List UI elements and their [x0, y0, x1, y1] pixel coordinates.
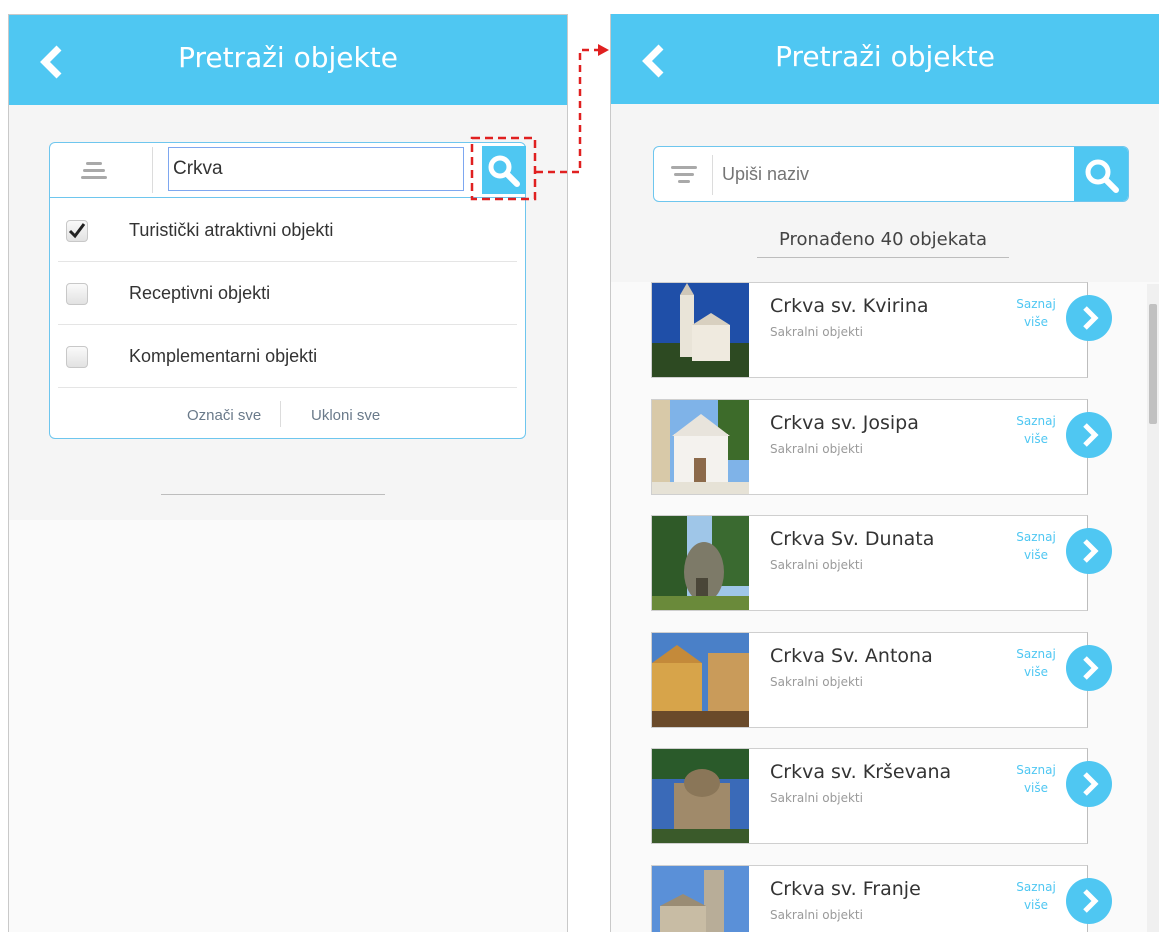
highlight-box — [470, 136, 537, 201]
annotation-overlay — [470, 44, 609, 201]
arrow-line — [536, 48, 600, 174]
arrowhead-icon — [598, 44, 609, 56]
